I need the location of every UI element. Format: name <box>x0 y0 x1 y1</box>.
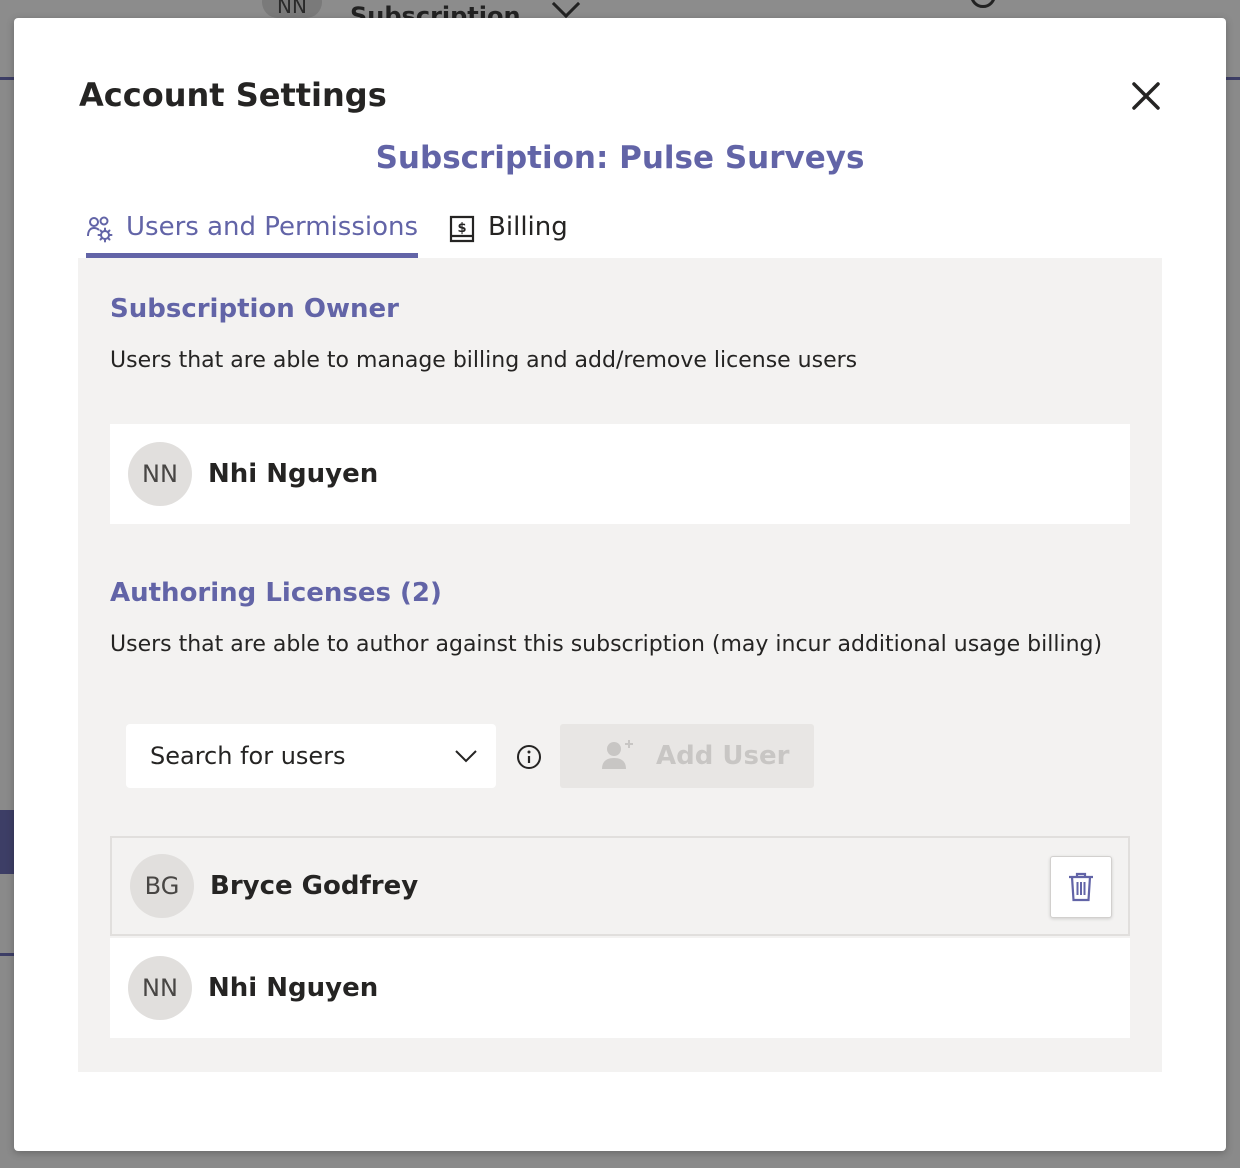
subscription-owner-title: Subscription Owner <box>110 294 399 324</box>
add-user-icon <box>602 740 633 769</box>
tab-users-and-permissions-label: Users and Permissions <box>126 212 419 242</box>
users-settings-icon <box>87 216 113 243</box>
license-user-row[interactable]: NN Nhi Nguyen <box>110 938 1130 1038</box>
delete-user-button[interactable] <box>1050 856 1112 918</box>
background-left-panel <box>0 83 14 723</box>
account-settings-dialog: Account Settings Subscription: Pulse Sur… <box>14 18 1226 1151</box>
avatar: NN <box>128 956 192 1020</box>
tab-users-and-permissions[interactable]: Users and Permissions <box>86 208 419 258</box>
tab-bar: Users and Permissions $ Billing <box>86 208 568 258</box>
add-user-button[interactable]: Add User <box>560 724 814 788</box>
tab-billing-label: Billing <box>488 212 568 242</box>
avatar: BG <box>130 854 194 918</box>
trash-icon <box>1069 872 1093 902</box>
authoring-licenses-title: Authoring Licenses (2) <box>110 578 442 608</box>
background-left-button <box>0 810 14 874</box>
background-bottom-strip <box>14 1150 1240 1168</box>
add-user-label: Add User <box>656 741 790 771</box>
chevron-down-icon <box>455 750 477 763</box>
license-user-row[interactable]: BG Bryce Godfrey <box>110 836 1130 936</box>
subscription-owner-description: Users that are able to manage billing an… <box>110 348 858 373</box>
close-icon <box>1132 82 1160 110</box>
background-chevron-icon <box>551 0 581 19</box>
avatar: NN <box>128 442 192 506</box>
background-avatar: NN <box>262 0 322 18</box>
info-icon[interactable] <box>516 744 542 770</box>
close-button[interactable] <box>1128 78 1164 114</box>
user-name: Nhi Nguyen <box>208 973 379 1003</box>
tab-billing[interactable]: $ Billing <box>448 208 568 258</box>
owner-user-card: NN Nhi Nguyen <box>110 424 1130 524</box>
user-name: Bryce Godfrey <box>210 871 419 901</box>
users-permissions-panel: Subscription Owner Users that are able t… <box>78 258 1162 1072</box>
billing-receipt-icon: $ <box>449 215 475 243</box>
svg-text:$: $ <box>458 221 467 236</box>
search-users-dropdown[interactable]: Search for users <box>126 724 496 788</box>
dialog-title: Account Settings <box>79 76 387 114</box>
user-name: Nhi Nguyen <box>208 459 379 489</box>
subscription-heading: Subscription: Pulse Surveys <box>375 140 865 176</box>
authoring-licenses-description: Users that are able to author against th… <box>110 632 1103 657</box>
background-divider <box>0 953 14 956</box>
search-users-placeholder: Search for users <box>150 742 346 770</box>
background-search-icon <box>970 0 996 8</box>
